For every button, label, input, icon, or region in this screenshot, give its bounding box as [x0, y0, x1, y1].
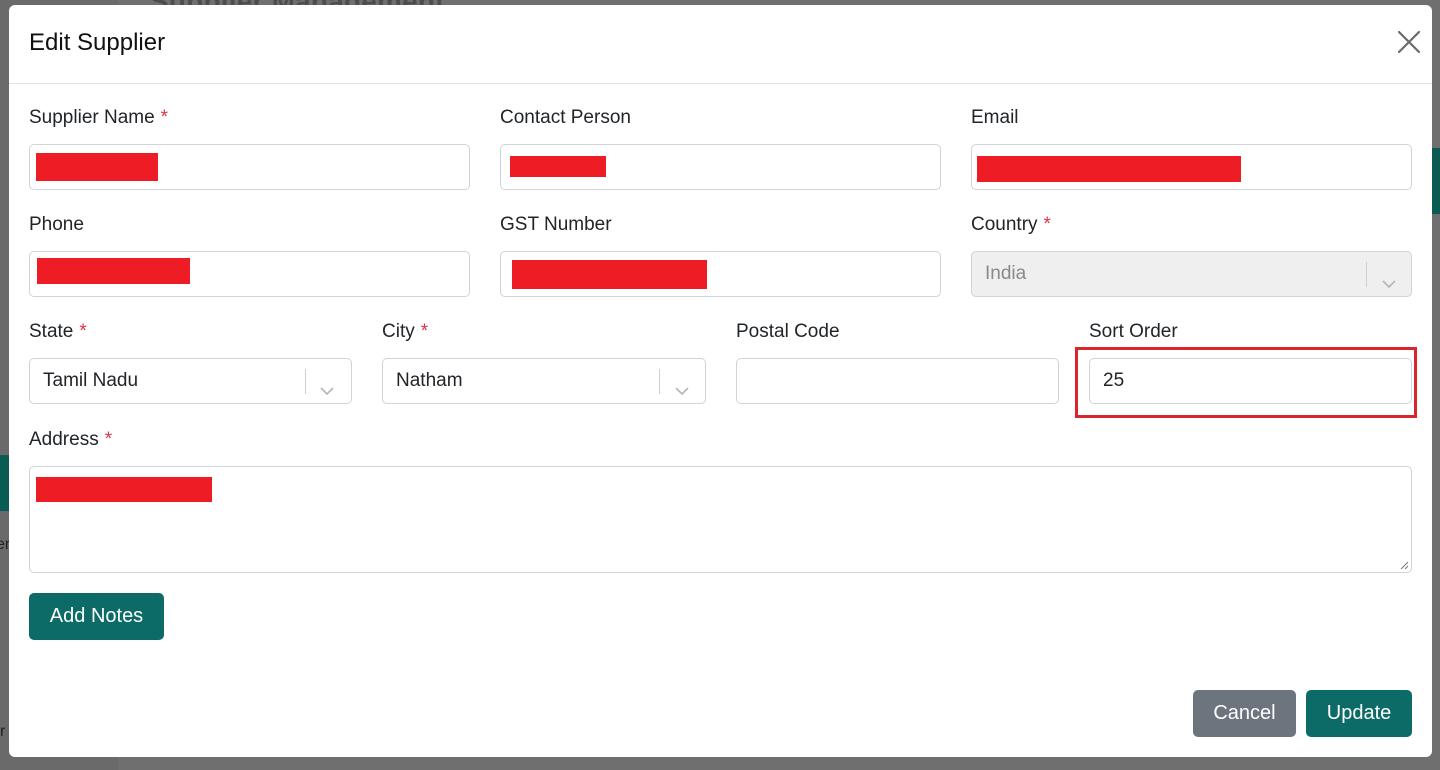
country-label: Country * [971, 214, 1051, 235]
supplier-name-label: Supplier Name * [29, 107, 169, 128]
city-label: City * [382, 321, 429, 342]
redacted-value [510, 156, 606, 177]
country-select[interactable]: India [971, 251, 1412, 297]
update-button[interactable]: Update [1306, 690, 1412, 737]
redacted-value [36, 153, 158, 181]
country-select-value: India [985, 263, 1027, 284]
modal-header: Edit Supplier [9, 5, 1432, 84]
close-icon[interactable] [1396, 29, 1422, 55]
state-select-value: Tamil Nadu [43, 370, 139, 391]
contact-person-label: Contact Person [500, 107, 631, 128]
email-label: Email [971, 107, 1019, 128]
chevron-down-icon [673, 373, 691, 396]
chevron-down-icon [1380, 266, 1398, 289]
address-label: Address * [29, 429, 113, 450]
cancel-button[interactable]: Cancel [1193, 690, 1296, 737]
email-input[interactable] [971, 144, 1412, 190]
redacted-value [36, 477, 212, 502]
resize-grip-icon[interactable] [1399, 560, 1409, 570]
add-notes-button[interactable]: Add Notes [29, 593, 164, 640]
select-separator [305, 369, 306, 394]
select-separator [659, 369, 660, 394]
chevron-down-icon [318, 373, 336, 396]
background-active-item [0, 455, 9, 511]
edit-supplier-modal: Edit Supplier Supplier Name * Contact Per… [9, 5, 1432, 757]
city-select-value: Natham [396, 370, 463, 391]
postal-code-input[interactable] [736, 358, 1059, 404]
redacted-value [512, 260, 707, 289]
gst-number-input[interactable] [500, 251, 941, 297]
phone-input[interactable] [29, 251, 470, 297]
background-text-fragment: r [0, 723, 6, 740]
state-label: State * [29, 321, 87, 342]
city-select[interactable]: Natham [382, 358, 706, 404]
redacted-value [37, 258, 190, 284]
supplier-name-input[interactable] [29, 144, 470, 190]
phone-label: Phone [29, 214, 84, 235]
redacted-value [977, 156, 1241, 182]
address-textarea[interactable] [29, 466, 1412, 573]
select-separator [1366, 262, 1367, 287]
background-header-strip [1432, 148, 1440, 214]
sort-order-label: Sort Order [1089, 321, 1178, 342]
contact-person-input[interactable] [500, 144, 941, 190]
gst-number-label: GST Number [500, 214, 612, 235]
sort-order-highlight [1075, 347, 1417, 418]
modal-title: Edit Supplier [29, 29, 166, 56]
state-select[interactable]: Tamil Nadu [29, 358, 352, 404]
postal-code-label: Postal Code [736, 321, 840, 342]
